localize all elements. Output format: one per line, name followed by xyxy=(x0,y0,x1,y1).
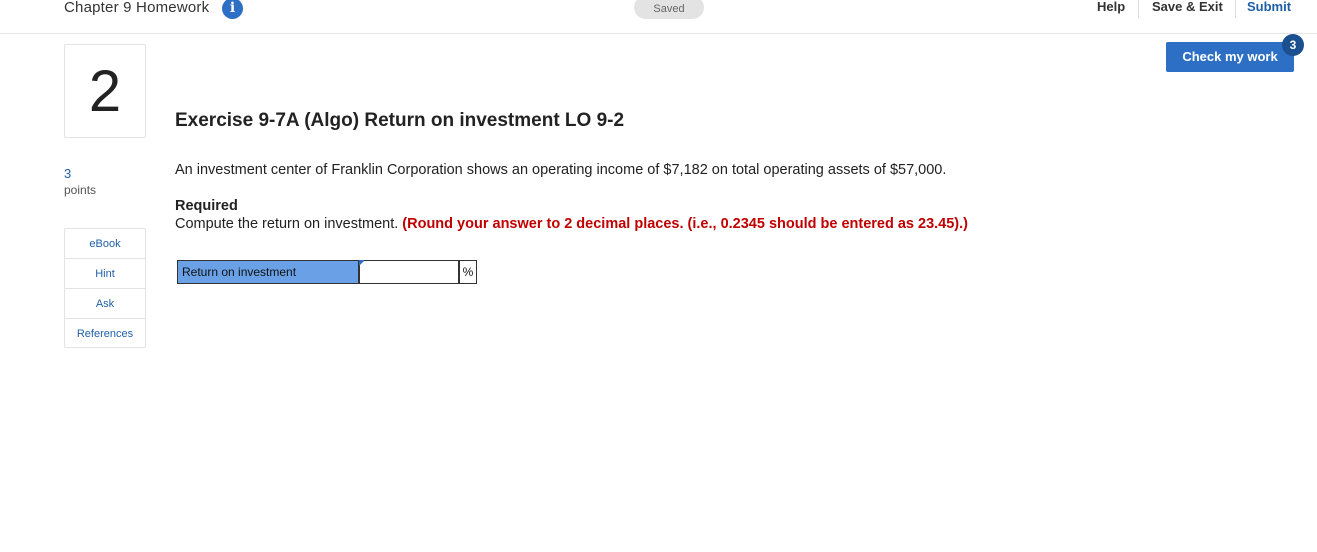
percent-unit-label: % xyxy=(459,260,477,284)
required-instruction: Compute the return on investment. (Round… xyxy=(175,216,968,232)
question-number: 2 xyxy=(64,44,146,138)
check-my-work-button[interactable]: Check my work xyxy=(1166,42,1294,72)
resources-panel: eBook Hint Ask References xyxy=(64,228,146,348)
saved-status-badge: Saved xyxy=(634,0,704,19)
references-link[interactable]: References xyxy=(65,318,145,348)
required-heading: Required xyxy=(175,198,238,214)
hint-link[interactable]: Hint xyxy=(65,258,145,288)
required-text: Compute the return on investment. xyxy=(175,216,399,232)
assignment-title: Chapter 9 Homework xyxy=(64,0,210,16)
checks-remaining-badge: 3 xyxy=(1282,34,1304,56)
header-divider xyxy=(1235,0,1236,18)
ebook-link[interactable]: eBook xyxy=(65,229,145,259)
problem-statement: An investment center of Franklin Corpora… xyxy=(175,162,947,178)
points-label: points xyxy=(64,183,97,197)
points-value: 3 xyxy=(64,166,72,181)
rounding-note: (Round your answer to 2 decimal places. … xyxy=(402,216,968,232)
ask-link[interactable]: Ask xyxy=(65,288,145,318)
save-exit-link[interactable]: Save & Exit xyxy=(1152,0,1223,16)
exercise-title: Exercise 9-7A (Algo) Return on investmen… xyxy=(175,110,625,131)
return-on-investment-input[interactable] xyxy=(359,260,459,284)
info-icon[interactable]: i xyxy=(222,0,243,19)
top-header: Chapter 9 Homework i Saved Help Save & E… xyxy=(0,0,1317,34)
answer-row-label: Return on investment xyxy=(177,260,359,284)
help-link[interactable]: Help xyxy=(1097,0,1125,16)
submit-link[interactable]: Submit xyxy=(1247,0,1291,16)
header-divider xyxy=(1138,0,1139,18)
